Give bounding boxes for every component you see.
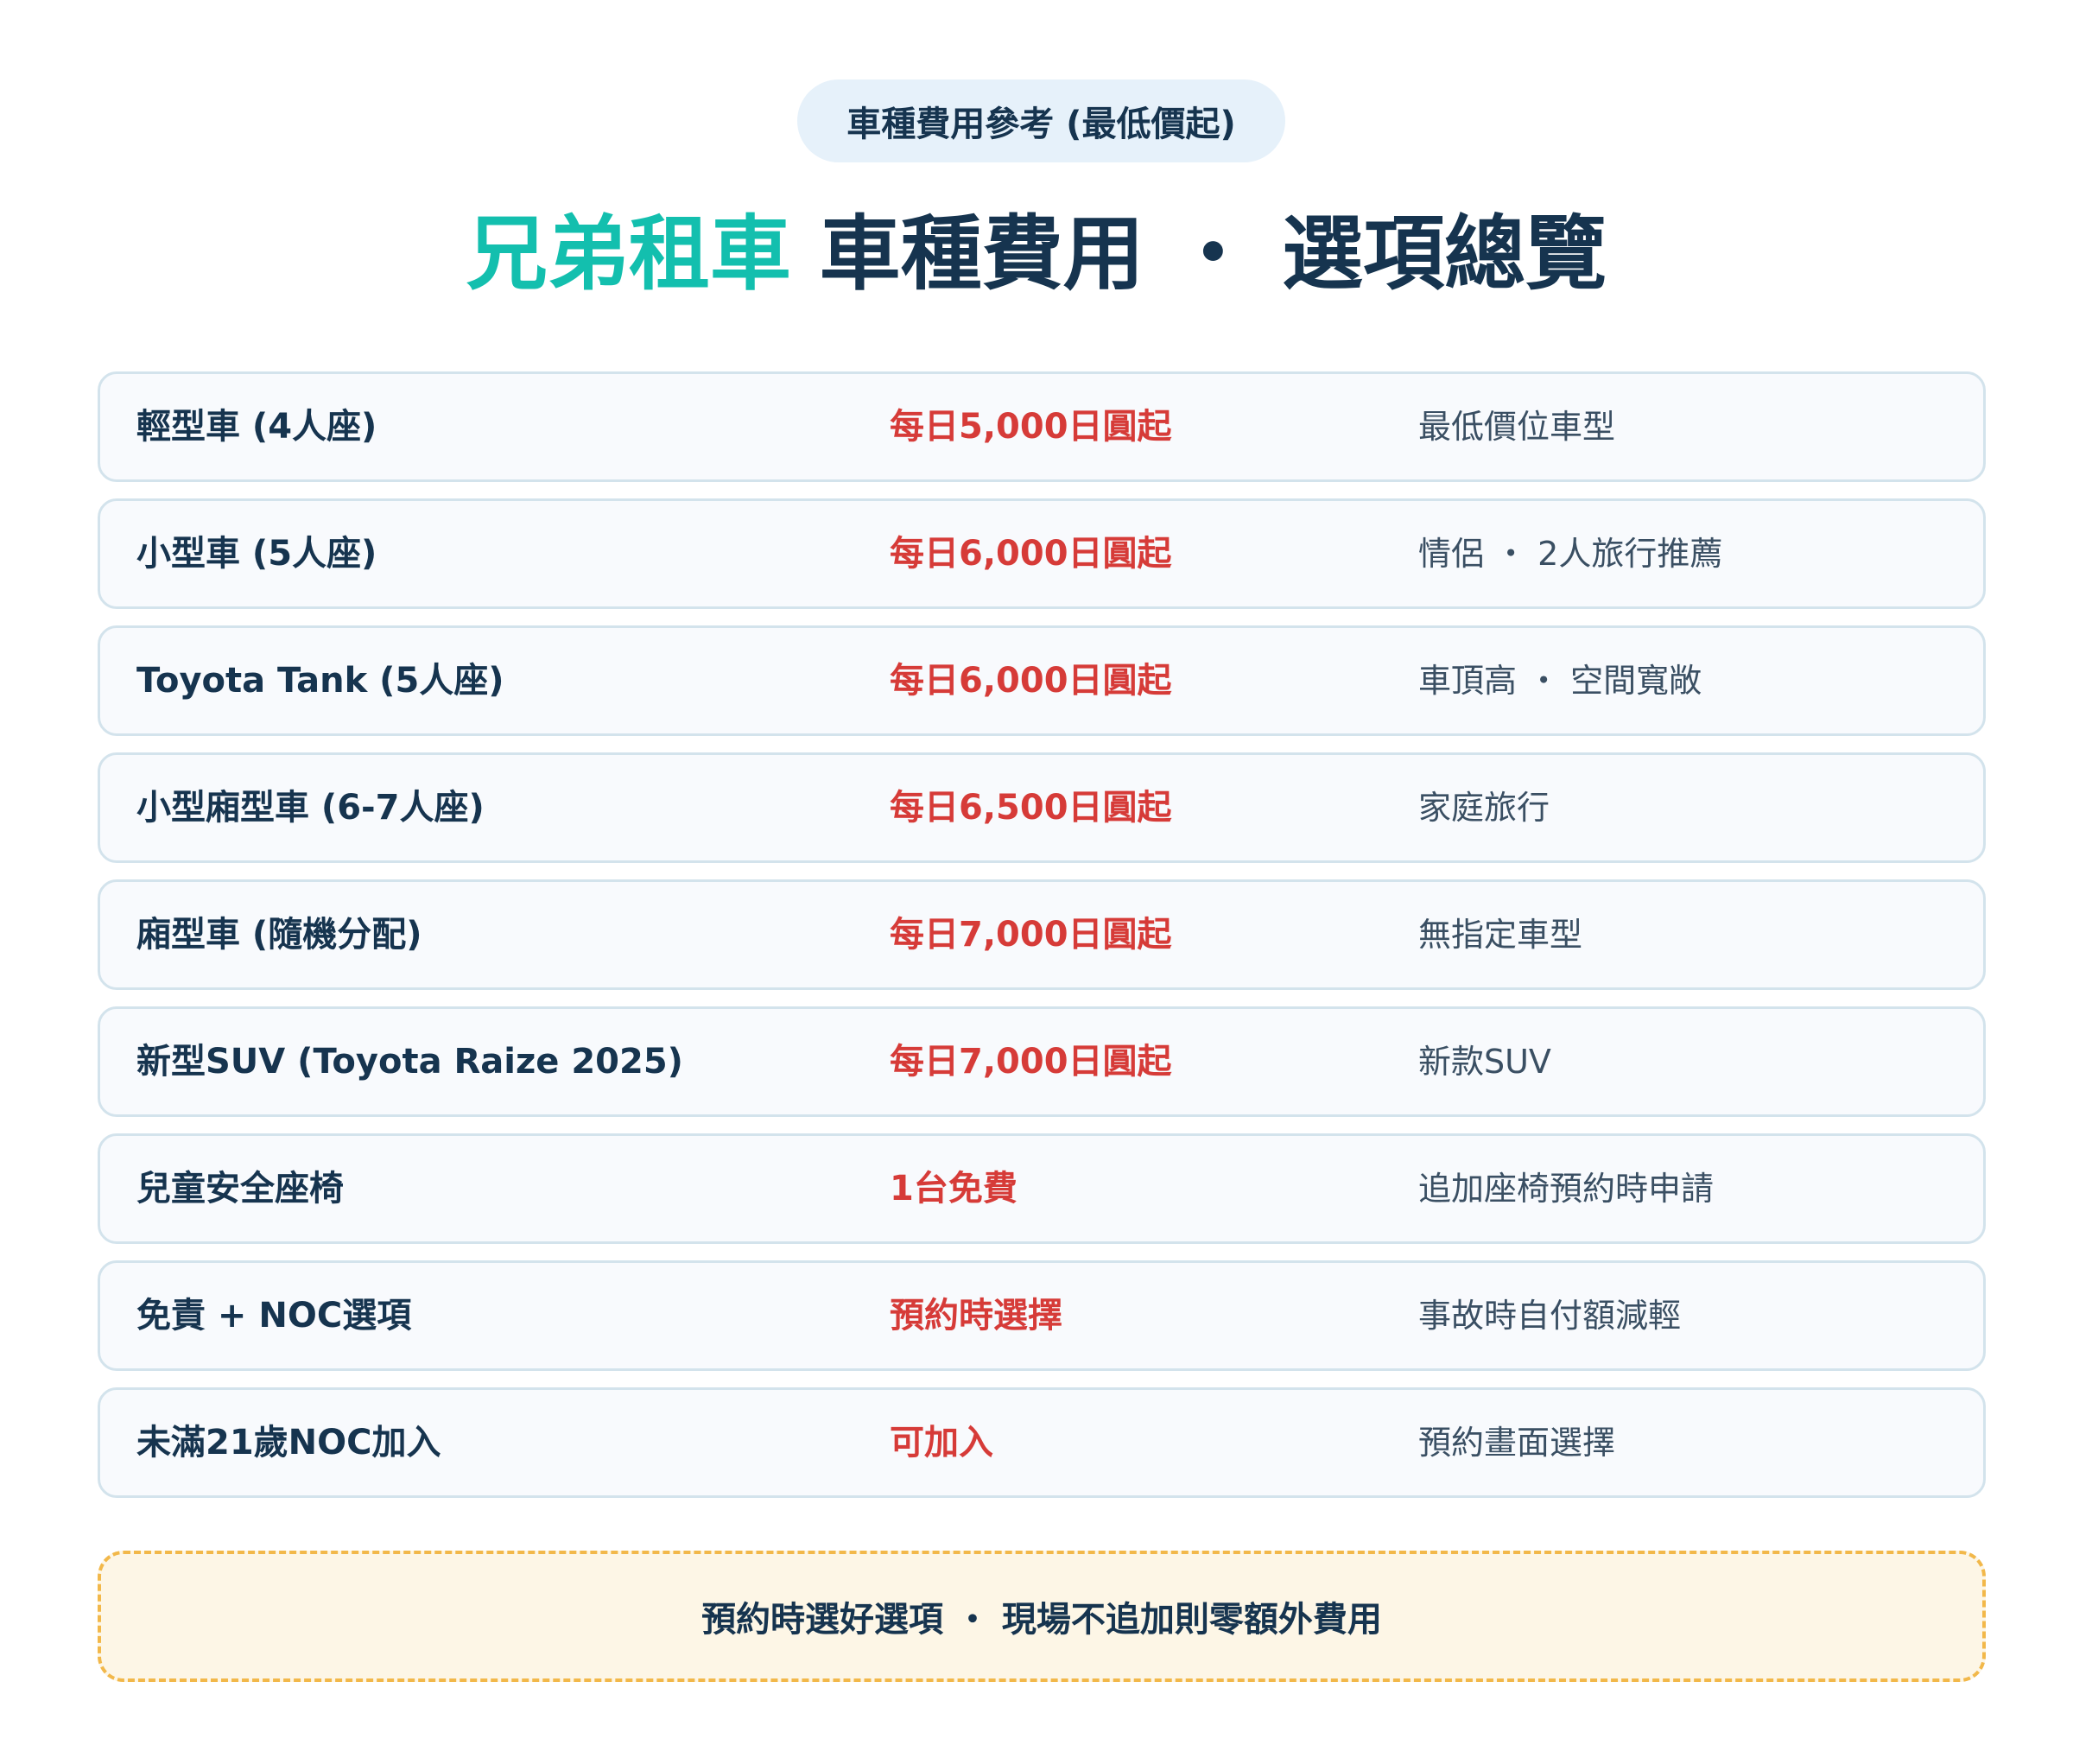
price: 1台免費 <box>890 1169 1017 1209</box>
price: 每日7,000日圓起 <box>890 1042 1172 1082</box>
title-brand: 兄弟租車 <box>466 207 791 301</box>
table-row: 未滿21歲NOC加入 可加入 預約畫面選擇 <box>98 1387 1986 1498</box>
option-name: 未滿21歲NOC加入 <box>136 1423 441 1463</box>
page-title: 兄弟租車 車種費用 ・ 選項總覽 <box>0 199 2073 311</box>
note: 家庭旅行 <box>1418 789 1550 827</box>
vehicle-name: 小型廂型車 (6-7人座) <box>136 788 485 828</box>
vehicle-name: 輕型車 (4人座) <box>136 407 377 447</box>
note: 預約畫面選擇 <box>1418 1424 1616 1462</box>
price-table: 輕型車 (4人座) 每日5,000日圓起 最低價位車型 小型車 (5人座) 每日… <box>98 371 1986 1514</box>
table-row: 兒童安全座椅 1台免費 追加座椅預約時申請 <box>98 1133 1986 1244</box>
note: 追加座椅預約時申請 <box>1418 1170 1715 1208</box>
price: 預約時選擇 <box>890 1296 1062 1336</box>
table-row: Toyota Tank (5人座) 每日6,000日圓起 車頂高 ・ 空間寬敞 <box>98 625 1986 736</box>
table-row: 廂型車 (隨機分配) 每日7,000日圓起 無指定車型 <box>98 879 1986 990</box>
price: 每日5,000日圓起 <box>890 407 1172 447</box>
title-rest: 車種費用 ・ 選項總覽 <box>790 207 1607 301</box>
note: 情侶 ・ 2人旅行推薦 <box>1418 535 1723 573</box>
table-row: 輕型車 (4人座) 每日5,000日圓起 最低價位車型 <box>98 371 1986 482</box>
note: 事故時自付額減輕 <box>1418 1297 1682 1335</box>
footer-note: 預約時選好選項 ・ 現場不追加則零額外費用 <box>98 1551 1986 1682</box>
vehicle-name: 小型車 (5人座) <box>136 534 377 574</box>
price: 每日7,000日圓起 <box>890 915 1172 955</box>
table-row: 小型車 (5人座) 每日6,000日圓起 情侶 ・ 2人旅行推薦 <box>98 498 1986 609</box>
note: 車頂高 ・ 空間寬敞 <box>1418 662 1702 700</box>
note: 最低價位車型 <box>1418 408 1616 446</box>
price: 每日6,500日圓起 <box>890 788 1172 828</box>
table-row: 小型廂型車 (6-7人座) 每日6,500日圓起 家庭旅行 <box>98 752 1986 863</box>
price: 每日6,000日圓起 <box>890 534 1172 574</box>
option-name: 兒童安全座椅 <box>136 1169 344 1209</box>
price: 每日6,000日圓起 <box>890 661 1172 701</box>
price: 可加入 <box>890 1423 993 1463</box>
vehicle-name: 廂型車 (隨機分配) <box>136 915 422 955</box>
header-badge: 車種費用參考 (最低價起) <box>797 79 1285 162</box>
table-row: 免責 + NOC選項 預約時選擇 事故時自付額減輕 <box>98 1260 1986 1371</box>
option-name: 免責 + NOC選項 <box>136 1296 412 1336</box>
note: 新款SUV <box>1418 1043 1551 1081</box>
note: 無指定車型 <box>1418 916 1583 954</box>
vehicle-name: 新型SUV (Toyota Raize 2025) <box>136 1042 683 1082</box>
vehicle-name: Toyota Tank (5人座) <box>136 661 504 701</box>
table-row: 新型SUV (Toyota Raize 2025) 每日7,000日圓起 新款S… <box>98 1006 1986 1117</box>
